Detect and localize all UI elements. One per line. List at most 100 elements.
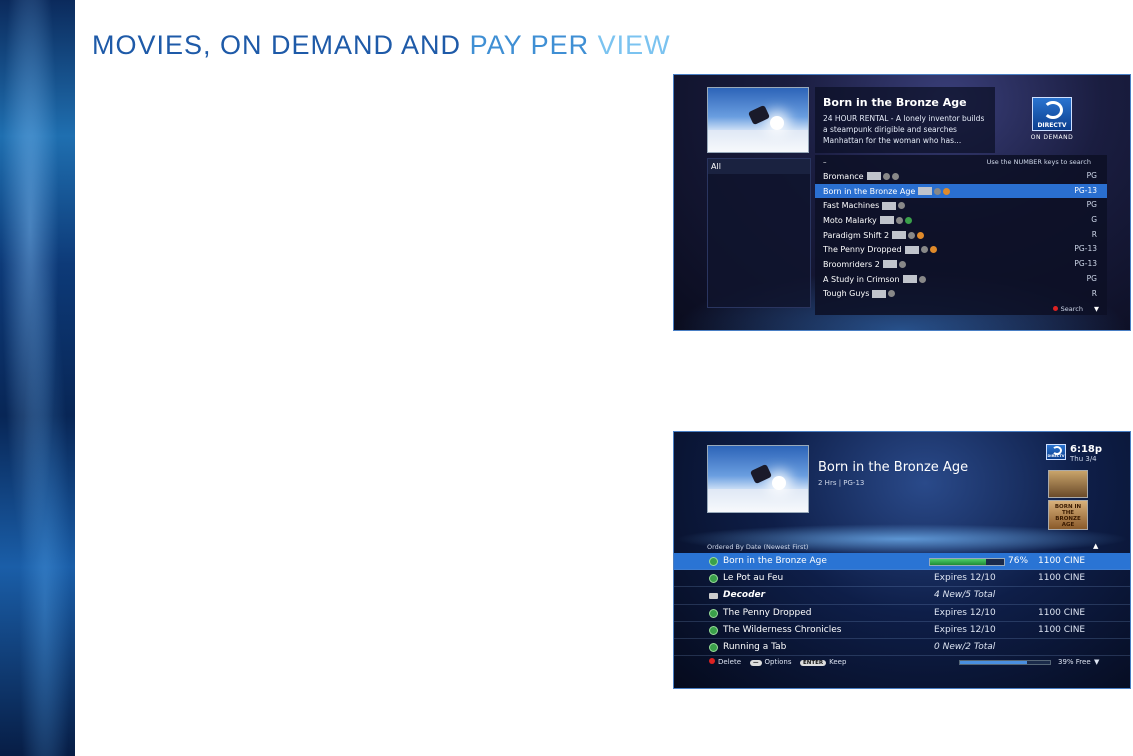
title-row[interactable]: Broomriders 2 PG-13 <box>815 257 1107 272</box>
playlist-row[interactable]: Running a Tab 0 New/2 Total <box>674 639 1130 657</box>
directv-logo: DIRECTV <box>1046 444 1066 460</box>
program-details: 2 Hrs | PG-13 <box>818 479 865 487</box>
playlist-row[interactable]: Le Pot au Feu Expires 12/10 1100 CINE <box>674 570 1130 588</box>
directv-logo-mark <box>1043 101 1063 119</box>
price-icon <box>934 187 942 195</box>
recording-title: Decoder <box>723 590 766 601</box>
title-name: Born in the Bronze Age <box>823 186 916 196</box>
clock-time: 6:18p <box>1070 444 1103 455</box>
playlist-footer: Delete — Options ENTER Keep 39% Free ▼ <box>674 656 1130 670</box>
title-name: Broomriders 2 <box>823 259 880 269</box>
rating-label: PG-13 <box>1074 185 1097 195</box>
play-status-icon <box>709 557 718 566</box>
page-title: MOVIES, ON DEMAND AND PAY PER VIEW <box>92 30 671 61</box>
red-button-icon <box>709 658 715 664</box>
price-icon <box>918 275 926 283</box>
playlist-row[interactable]: Decoder 4 New/5 Total <box>674 587 1130 605</box>
thumbnail-snow <box>708 129 808 152</box>
recording-title: The Wilderness Chronicles <box>723 624 842 635</box>
recording-title: Le Pot au Feu <box>723 573 784 584</box>
title-name: Paradigm Shift 2 <box>823 230 890 240</box>
title-row[interactable]: Bromance PG <box>815 169 1107 184</box>
watch-progress-bar <box>929 558 1005 566</box>
hd-icon <box>892 231 907 240</box>
title-list: – Use the NUMBER keys to search Bromance… <box>815 155 1107 315</box>
hd-icon <box>879 216 894 225</box>
folder-icon <box>709 593 718 600</box>
watch-progress-fill <box>930 559 987 565</box>
recording-title: The Penny Dropped <box>723 607 812 618</box>
price-icon <box>908 231 916 239</box>
playlist-row[interactable]: Born in the Bronze Age 76% 1100 CINE <box>674 553 1130 571</box>
rating-label: PG-13 <box>1074 244 1097 254</box>
rental-badge-icon <box>943 187 951 195</box>
hd-icon <box>872 289 887 298</box>
search-hint: Use the NUMBER keys to search <box>986 158 1091 166</box>
thumbnail-snowboarder <box>747 104 771 126</box>
category-panel: All <box>707 158 811 308</box>
recording-status: Expires 12/10 <box>934 573 996 584</box>
thumbnail-sun <box>770 116 784 130</box>
title-row[interactable]: Paradigm Shift 2 R <box>815 228 1107 243</box>
recording-status: 0 New/2 Total <box>934 641 996 652</box>
search-label: Search <box>1060 305 1083 313</box>
playlist-row[interactable]: The Wilderness Chronicles Expires 12/10 11… <box>674 622 1130 639</box>
poster-image <box>1048 470 1088 498</box>
clock-date: Thu 3/4 <box>1070 455 1097 463</box>
playlist-screenshot: Born in the Bronze Age 2 Hrs | PG-13 DIR… <box>673 431 1131 689</box>
playlist-rows: Born in the Bronze Age 76% 1100 CINE Le Pot… <box>674 553 1130 657</box>
channel-label: 1100 CINE <box>1038 624 1086 635</box>
list-header: – Use the NUMBER keys to search <box>815 155 1107 169</box>
channel-label: 1100 CINE <box>1038 573 1086 584</box>
scroll-down-icon[interactable]: ▼ <box>1094 305 1099 313</box>
rating-label: PG <box>1086 171 1097 180</box>
hd-icon <box>866 172 881 181</box>
play-status-icon <box>709 625 718 635</box>
title-row[interactable]: Moto Malarky G <box>815 213 1107 228</box>
title-name: Fast Machines <box>823 201 880 211</box>
directv-logo-box: DIRECTV <box>1046 444 1066 460</box>
directv-logo: DIRECTV ON DEMAND <box>1022 97 1082 141</box>
keep-button[interactable]: ENTER Keep <box>800 658 846 666</box>
on-demand-screenshot: All Born in the Bronze Age 24 HOUR RENTA… <box>673 74 1131 331</box>
progress-percent: 76% <box>1008 556 1029 566</box>
price-icon <box>888 290 896 298</box>
hd-icon <box>882 201 897 210</box>
scroll-up-icon[interactable]: ▲ <box>1093 542 1098 550</box>
program-title: Born in the Bronze Age <box>818 460 969 475</box>
thumbnail-snowboarder <box>749 463 773 485</box>
title-row[interactable]: Tough Guys R <box>815 287 1107 302</box>
category-item-all[interactable]: All <box>708 159 810 174</box>
thumbnail-snow <box>708 488 808 512</box>
movie-thumbnail <box>707 445 809 513</box>
search-entry[interactable]: – <box>823 158 827 166</box>
playlist-row[interactable]: The Penny Dropped Expires 12/10 1100 CINE <box>674 605 1130 622</box>
red-button-icon <box>1052 306 1058 311</box>
thumbnail-sun <box>772 476 786 490</box>
decorative-side-stripe <box>0 0 75 756</box>
price-icon <box>891 172 899 180</box>
poster-artwork: BORN IN THE BRONZE AGE <box>1048 500 1088 530</box>
title-row[interactable]: The Penny Dropped PG-13 <box>815 242 1107 257</box>
delete-label: Delete <box>718 658 741 666</box>
info-panel: Born in the Bronze Age 24 HOUR RENTAL - … <box>815 87 995 153</box>
movie-thumbnail <box>707 87 809 153</box>
keep-label: Keep <box>829 658 847 666</box>
hd-icon <box>904 245 919 254</box>
search-button[interactable]: Search <box>1052 305 1083 313</box>
page-title-part1: MOVIES, ON DEMAND AND <box>92 30 470 60</box>
recording-status: 4 New/5 Total <box>934 590 996 601</box>
title-row[interactable]: Fast Machines PG <box>815 198 1107 213</box>
scroll-down-icon[interactable]: ▼ <box>1094 658 1099 666</box>
options-button[interactable]: — Options <box>750 658 792 666</box>
recording-status: Expires 12/10 <box>934 607 996 618</box>
sort-label[interactable]: Ordered By Date (Newest First) <box>707 543 808 551</box>
title-row[interactable]: Born in the Bronze Age PG-13 <box>815 183 1107 199</box>
title-row[interactable]: A Study in Crimson PG <box>815 272 1107 287</box>
channel-label: 1100 CINE <box>1038 556 1086 566</box>
rating-label: R <box>1091 288 1097 298</box>
manual-page: MOVIES, ON DEMAND AND PAY PER VIEW All B… <box>0 0 1133 756</box>
delete-button[interactable]: Delete <box>709 658 741 666</box>
page-title-part3: VIEW <box>597 30 671 60</box>
list-footer: Search ▼ <box>815 303 1107 315</box>
